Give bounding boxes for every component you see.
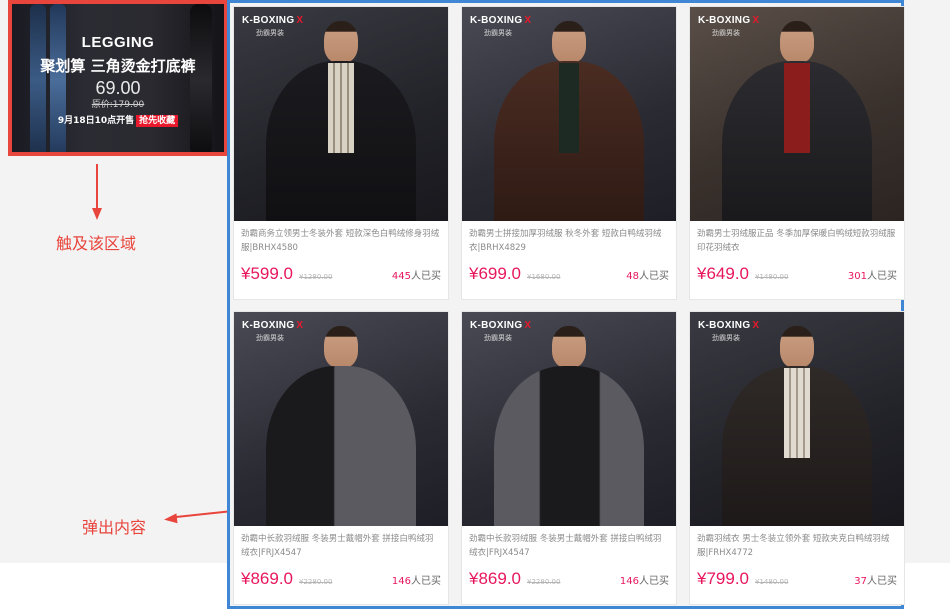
model-sweater <box>559 63 579 153</box>
product-title[interactable]: 劲霸羽绒衣 男士冬装立领外套 短款夹克白鸭绒羽绒服|FRHX4772 <box>697 532 897 560</box>
product-price: ¥599.0 <box>241 264 293 283</box>
banner-sale-date: 9月18日10点开售 抢先收藏 <box>12 113 224 127</box>
annotation-trigger-label: 触及该区域 <box>56 234 137 253</box>
model-head <box>780 326 814 368</box>
annotation-arrow-down-head <box>92 208 102 220</box>
model-head <box>324 21 358 63</box>
brand-logo-subtext: 劲霸男装 <box>484 29 512 37</box>
product-original-price: ¥1280.00 <box>299 273 333 281</box>
model-scarf <box>328 63 354 153</box>
banner-title: LEGGING <box>81 34 155 51</box>
product-price: ¥799.0 <box>697 569 749 588</box>
product-price: ¥869.0 <box>469 569 521 588</box>
product-price: ¥869.0 <box>241 569 293 588</box>
product-sold-count: 146人已买 <box>619 576 669 587</box>
product-price: ¥649.0 <box>697 264 749 283</box>
model-head <box>552 21 586 63</box>
brand-logo-subtext: 劲霸男装 <box>712 334 740 342</box>
product-title[interactable]: 劲霸男士拼接加厚羽绒服 秋冬外套 短款白鸭绒羽绒衣|BRHX4829 <box>469 227 669 255</box>
model-head <box>780 21 814 63</box>
model-head <box>552 326 586 368</box>
product-sold-count: 146人已买 <box>391 576 441 587</box>
model-scarf <box>784 63 810 153</box>
product-original-price: ¥1480.00 <box>755 578 789 586</box>
banner-original-price: 原价:179.00 <box>91 100 145 110</box>
model-jacket <box>266 366 416 526</box>
product-title[interactable]: 劲霸中长款羽绒服 冬装男士戴帽外套 拼接白鸭绒羽绒衣|FRJX4547 <box>241 532 441 560</box>
brand-logo-subtext: 劲霸男装 <box>712 29 740 37</box>
product-image[interactable]: K-BOXING X 劲霸男装 <box>462 312 676 526</box>
brand-logo-subtext: 劲霸男装 <box>256 29 284 37</box>
banner-date-text: 9月18日10点开售 <box>57 116 135 126</box>
product-card[interactable]: K-BOXING X 劲霸男装 劲霸商务立领男士冬装外套 短款深色白鸭绒修身羽绒服… <box>233 6 449 300</box>
product-image[interactable]: K-BOXING X 劲霸男装 <box>690 7 904 221</box>
product-original-price: ¥1680.00 <box>527 273 561 281</box>
banner-price: 69.00 <box>95 78 141 98</box>
popup-panel: K-BOXING X 劲霸男装 劲霸商务立领男士冬装外套 短款深色白鸭绒修身羽绒服… <box>227 0 905 609</box>
brand-logo: K-BOXING X <box>242 320 304 331</box>
product-sold-count: 445人已买 <box>391 271 441 282</box>
product-original-price: ¥2280.00 <box>527 578 561 586</box>
product-sold-count: 48人已买 <box>626 271 669 282</box>
product-card[interactable]: K-BOXING X 劲霸男装 劲霸男士羽绒服正品 冬季加厚保暖白鸭绒短款羽绒服印… <box>689 6 905 300</box>
product-card[interactable]: K-BOXING X 劲霸男装 劲霸中长款羽绒服 冬装男士戴帽外套 拼接白鸭绒羽绒… <box>461 311 677 605</box>
annotation-arrow-down <box>96 164 98 210</box>
brand-logo: K-BOXING X <box>470 320 532 331</box>
product-title[interactable]: 劲霸商务立领男士冬装外套 短款深色白鸭绒修身羽绒服|BRHX4580 <box>241 227 441 255</box>
model-head <box>324 326 358 368</box>
model-jacket <box>494 366 644 526</box>
annotation-popup-label: 弹出内容 <box>82 518 147 537</box>
product-sold-count: 37人已买 <box>854 576 897 587</box>
brand-logo: K-BOXING X <box>470 15 532 26</box>
banner-subtitle: 聚划算 三角烫金打底裤 <box>40 57 196 75</box>
trigger-banner[interactable]: LEGGING 聚划算 三角烫金打底裤 69.00 原价:179.00 9月18… <box>8 0 228 156</box>
brand-logo-subtext: 劲霸男装 <box>484 334 512 342</box>
product-image[interactable]: K-BOXING X 劲霸男装 <box>690 312 904 526</box>
banner-text-block: LEGGING 聚划算 三角烫金打底裤 69.00 原价:179.00 9月18… <box>12 34 224 127</box>
banner-favorite-tag[interactable]: 抢先收藏 <box>136 115 179 127</box>
brand-logo: K-BOXING X <box>698 15 760 26</box>
product-card[interactable]: K-BOXING X 劲霸男装 劲霸羽绒衣 男士冬装立领外套 短款夹克白鸭绒羽绒服… <box>689 311 905 605</box>
product-image[interactable]: K-BOXING X 劲霸男装 <box>234 7 448 221</box>
brand-logo-subtext: 劲霸男装 <box>256 334 284 342</box>
brand-logo: K-BOXING X <box>242 15 304 26</box>
model-scarf <box>784 368 810 458</box>
product-title[interactable]: 劲霸男士羽绒服正品 冬季加厚保暖白鸭绒短款羽绒服印花羽绒衣 <box>697 227 897 255</box>
brand-logo: K-BOXING X <box>698 320 760 331</box>
product-original-price: ¥1480.00 <box>755 273 789 281</box>
product-card[interactable]: K-BOXING X 劲霸男装 劲霸中长款羽绒服 冬装男士戴帽外套 拼接白鸭绒羽绒… <box>233 311 449 605</box>
product-sold-count: 301人已买 <box>847 271 897 282</box>
product-image[interactable]: K-BOXING X 劲霸男装 <box>462 7 676 221</box>
product-title[interactable]: 劲霸中长款羽绒服 冬装男士戴帽外套 拼接白鸭绒羽绒衣|FRJX4547 <box>469 532 669 560</box>
product-original-price: ¥2280.00 <box>299 578 333 586</box>
product-image[interactable]: K-BOXING X 劲霸男装 <box>234 312 448 526</box>
annotation-arrow-left-head <box>163 513 178 525</box>
product-card[interactable]: K-BOXING X 劲霸男装 劲霸男士拼接加厚羽绒服 秋冬外套 短款白鸭绒羽绒衣… <box>461 6 677 300</box>
product-price: ¥699.0 <box>469 264 521 283</box>
